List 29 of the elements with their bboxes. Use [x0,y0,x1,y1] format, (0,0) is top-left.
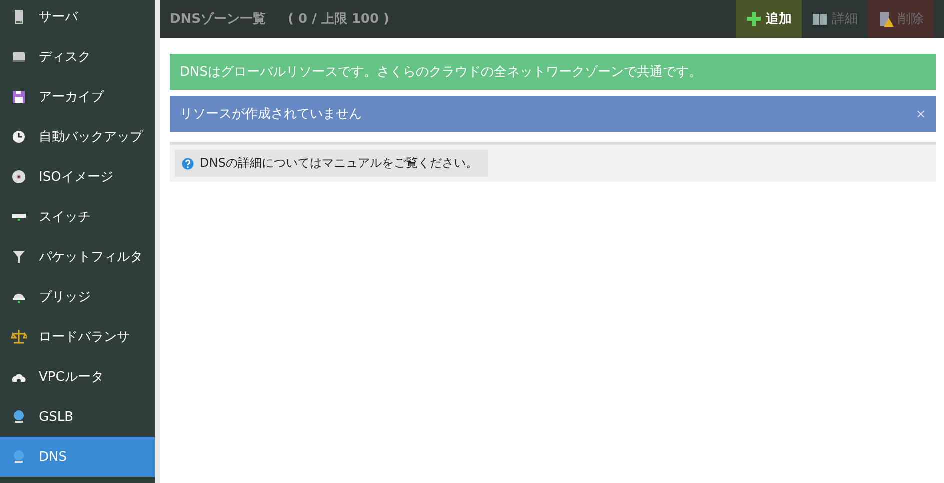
warning-icon [878,11,894,27]
zone-count: ( 0 / 上限 100 ) [288,11,390,28]
floppy-icon [11,89,27,105]
globe-icon [11,409,27,425]
plus-icon [746,11,762,27]
sidebar-item[interactable]: ディスク [0,37,155,77]
page-title: DNSゾーン一覧 [170,11,266,28]
disc-icon [11,169,27,185]
funnel-icon [11,249,27,265]
help-icon [181,156,195,170]
sidebar-item[interactable]: サーバ [0,0,155,37]
sidebar-item[interactable]: アーカイブ [0,77,155,117]
sidebar-item[interactable]: ロードバランサ [0,317,155,357]
sidebar-item[interactable]: VPCルータ [0,357,155,397]
clock-icon [11,129,27,145]
alert-message: DNSはグローバルリソースです。さくらのクラウドの全ネットワークゾーンで共通です。 [180,64,702,81]
sidebar-item[interactable]: DNS [0,437,155,477]
sidebar-item[interactable]: 自動バックアップ [0,117,155,157]
alert-message: リソースが作成されていません [180,106,362,123]
sidebar-item[interactable]: GSLB [0,397,155,437]
book-icon [812,11,828,27]
sidebar-item[interactable]: ISOイメージ [0,157,155,197]
help-text: DNSの詳細についてはマニュアルをご覧ください。 [200,155,478,172]
sidebar-item[interactable]: スイッチ [0,197,155,237]
scale-icon [11,329,27,345]
add-button[interactable]: 追加 [736,0,802,38]
globe-icon [11,449,27,465]
sidebar-item[interactable]: パケットフィルタ [0,237,155,277]
sidebar-item[interactable]: ブリッジ [0,277,155,317]
